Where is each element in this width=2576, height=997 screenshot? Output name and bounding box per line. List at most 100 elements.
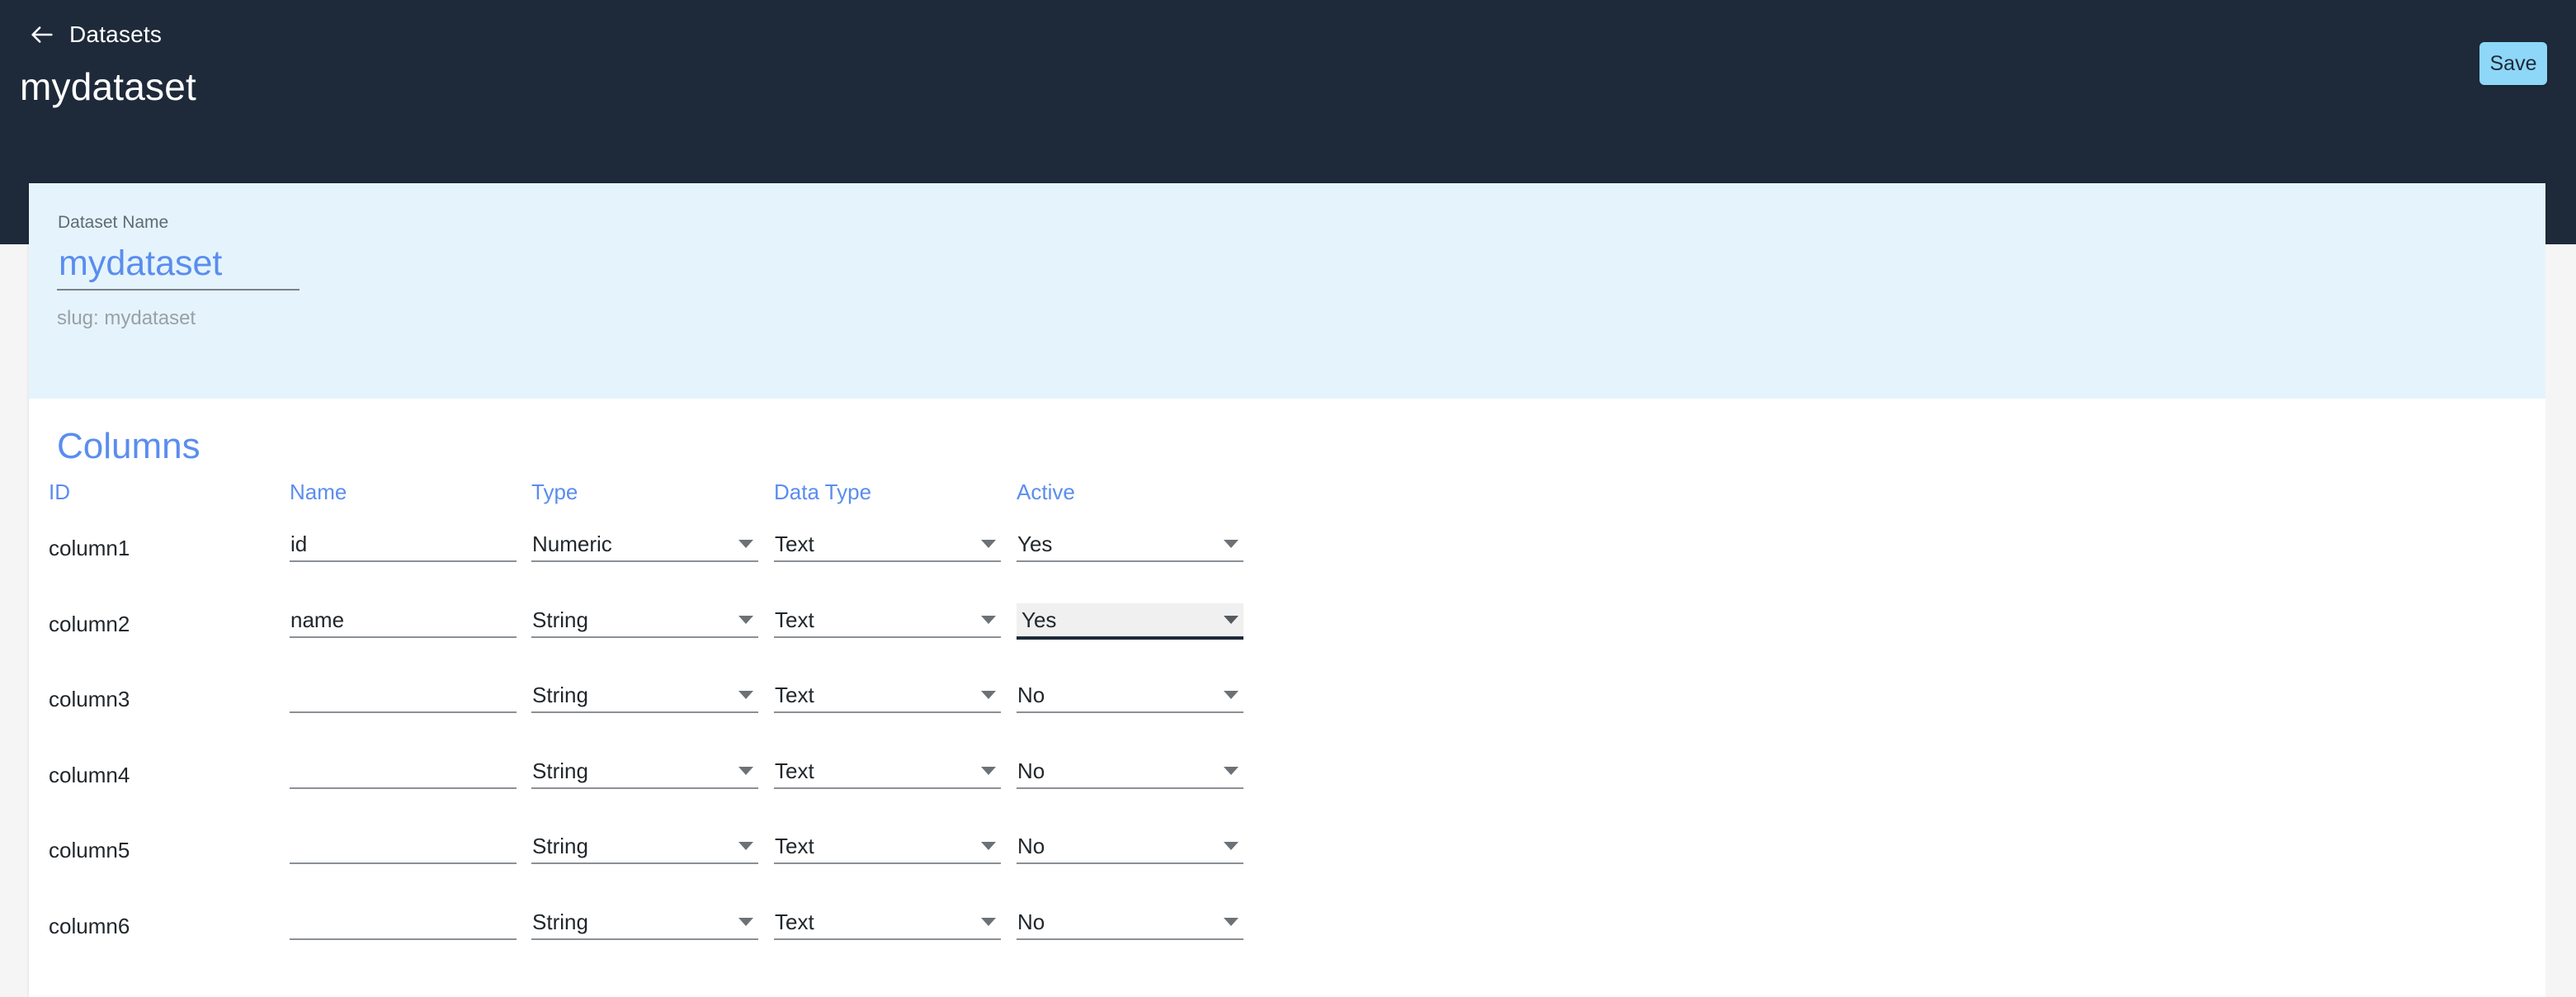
row-type-select[interactable]: String: [531, 595, 758, 638]
row-active-cell: Yes: [1017, 595, 1248, 640]
content-card: Dataset Name slug: mydataset Columns ID …: [29, 183, 2545, 997]
row-type-select[interactable]: String: [531, 746, 758, 789]
row-type-value: Numeric: [532, 532, 612, 556]
row-data-type-underline: [774, 787, 1001, 789]
row-data-type-select-box[interactable]: Text: [774, 678, 1001, 711]
row-type-cell: String: [531, 897, 762, 940]
row-data-type-select[interactable]: Text: [774, 746, 1001, 789]
row-active-select-box[interactable]: No: [1017, 754, 1243, 787]
row-type-select-box[interactable]: String: [531, 603, 758, 636]
row-data-type-cell: Text: [774, 746, 1005, 789]
table-row: column1 Numeric: [29, 519, 2545, 595]
row-data-type-select[interactable]: Text: [774, 897, 1001, 940]
row-active-underline: [1017, 636, 1243, 640]
dataset-name-section: Dataset Name slug: mydataset: [29, 183, 2545, 399]
column-header-active: Active: [1017, 480, 1075, 504]
row-data-type-underline: [774, 862, 1001, 864]
row-data-type-cell: Text: [774, 670, 1005, 713]
row-name-cell: [290, 670, 521, 713]
row-id-label: column3: [49, 687, 130, 711]
row-name-input[interactable]: [290, 754, 517, 787]
table-row: column2 String: [29, 595, 2545, 671]
row-data-type-select-box[interactable]: Text: [774, 905, 1001, 938]
row-type-select-box[interactable]: Numeric: [531, 527, 758, 560]
row-active-select[interactable]: No: [1017, 670, 1243, 713]
row-name-cell: [290, 595, 521, 638]
row-name-underline: [290, 636, 517, 638]
row-data-type-select[interactable]: Text: [774, 519, 1001, 562]
row-type-cell: Numeric: [531, 519, 762, 562]
row-active-underline: [1017, 560, 1243, 562]
row-active-select[interactable]: Yes: [1017, 595, 1243, 640]
chevron-down-icon: [738, 615, 753, 624]
row-type-cell: String: [531, 746, 762, 789]
row-type-cell: String: [531, 670, 762, 713]
row-type-select[interactable]: Numeric: [531, 519, 758, 562]
row-name-cell: [290, 519, 521, 562]
row-type-select-box[interactable]: String: [531, 905, 758, 938]
row-data-type-value: Text: [775, 909, 814, 934]
row-name-field: [290, 897, 517, 940]
row-data-type-underline: [774, 636, 1001, 638]
row-id-cell: column5: [49, 821, 280, 861]
row-active-select[interactable]: No: [1017, 746, 1243, 789]
row-type-underline: [531, 938, 758, 940]
row-active-select-box[interactable]: No: [1017, 829, 1243, 862]
row-type-select[interactable]: String: [531, 897, 758, 940]
row-data-type-select-box[interactable]: Text: [774, 603, 1001, 636]
row-type-select-box[interactable]: String: [531, 754, 758, 787]
row-data-type-select-box[interactable]: Text: [774, 527, 1001, 560]
row-name-underline: [290, 711, 517, 713]
row-type-select-box[interactable]: String: [531, 829, 758, 862]
row-data-type-select[interactable]: Text: [774, 821, 1001, 864]
row-active-select-box[interactable]: Yes: [1017, 527, 1243, 560]
row-name-cell: [290, 746, 521, 789]
row-id-cell: column4: [49, 746, 280, 786]
row-active-cell: No: [1017, 746, 1248, 789]
row-data-type-cell: Text: [774, 821, 1005, 864]
row-type-select[interactable]: String: [531, 670, 758, 713]
row-data-type-select-box[interactable]: Text: [774, 829, 1001, 862]
row-active-select-box[interactable]: No: [1017, 905, 1243, 938]
right-margin-strip: [2545, 244, 2576, 997]
row-type-select-box[interactable]: String: [531, 678, 758, 711]
row-name-input[interactable]: [290, 602, 517, 636]
row-active-select[interactable]: Yes: [1017, 519, 1243, 562]
row-active-underline: [1017, 711, 1243, 713]
row-data-type-cell: Text: [774, 519, 1005, 562]
row-active-select-box[interactable]: No: [1017, 678, 1243, 711]
row-data-type-select[interactable]: Text: [774, 595, 1001, 638]
columns-table: ID Name Type Data Type Active column1 id…: [29, 481, 2545, 972]
chevron-down-icon: [738, 917, 753, 926]
chevron-down-icon: [981, 842, 996, 850]
save-button[interactable]: Save: [2479, 42, 2547, 85]
row-name-cell: [290, 821, 521, 864]
row-data-type-underline: [774, 560, 1001, 562]
row-active-value: No: [1017, 758, 1045, 783]
row-name-input[interactable]: [290, 829, 517, 862]
row-name-input[interactable]: [290, 527, 517, 560]
row-id-label: column4: [49, 762, 130, 787]
column-header-id: ID: [49, 480, 70, 504]
dataset-name-label: Dataset Name: [58, 213, 169, 232]
row-name-input[interactable]: [290, 905, 517, 938]
table-row: column3 String Text No: [29, 670, 2545, 746]
row-name-input[interactable]: [290, 678, 517, 711]
column-header-data-type: Data Type: [774, 480, 872, 504]
arrow-left-icon: [31, 26, 53, 43]
chevron-down-icon: [738, 691, 753, 699]
row-active-cell: Yes: [1017, 519, 1248, 562]
chevron-down-icon: [981, 917, 996, 926]
row-active-select[interactable]: No: [1017, 897, 1243, 940]
chevron-down-icon: [738, 766, 753, 775]
row-type-value: String: [532, 909, 588, 934]
row-active-select-box[interactable]: Yes: [1017, 602, 1243, 636]
row-name-underline: [290, 787, 517, 789]
row-active-select[interactable]: No: [1017, 821, 1243, 864]
row-data-type-select[interactable]: Text: [774, 670, 1001, 713]
row-data-type-select-box[interactable]: Text: [774, 754, 1001, 787]
row-type-value: String: [532, 758, 588, 783]
row-type-select[interactable]: String: [531, 821, 758, 864]
breadcrumb-back-datasets[interactable]: Datasets: [28, 18, 162, 51]
dataset-name-input[interactable]: [57, 238, 300, 289]
